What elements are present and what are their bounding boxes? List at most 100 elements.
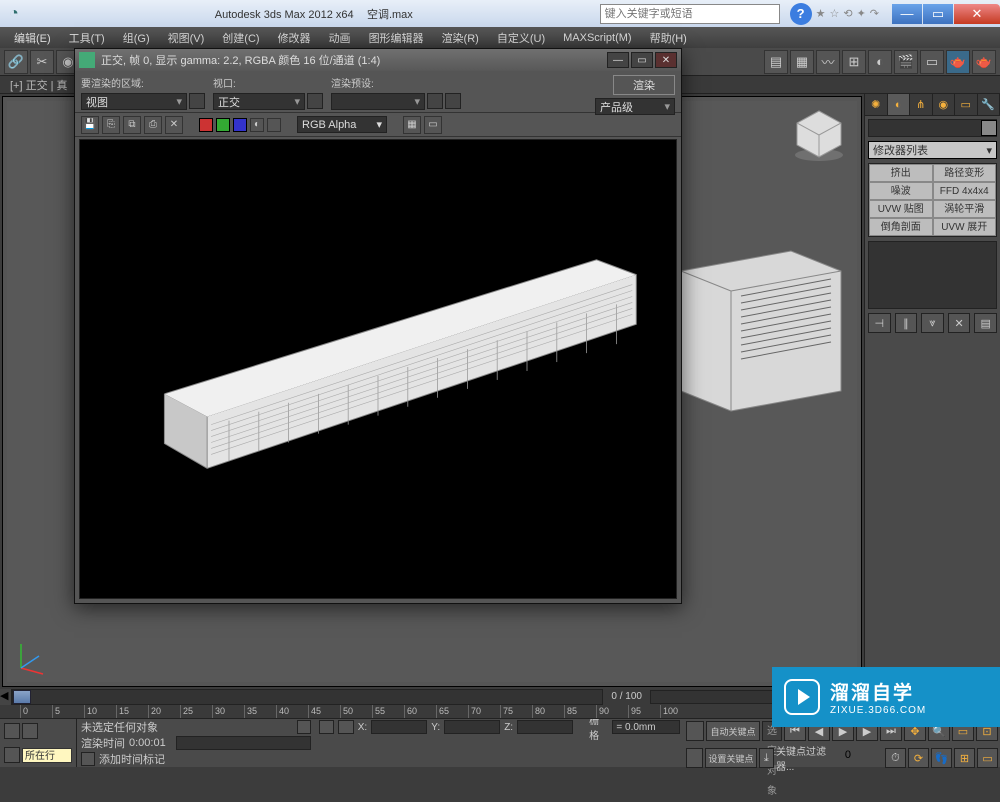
nav-maximize-icon[interactable]: ⊞ bbox=[954, 748, 975, 768]
mod-ffd-button[interactable]: FFD 4x4x4 bbox=[933, 182, 997, 200]
mod-turbosmooth-button[interactable]: 涡轮平滑 bbox=[933, 200, 997, 218]
save-image-icon[interactable]: 💾 bbox=[81, 116, 99, 134]
render-output-dropdown[interactable]: 产品级▾ bbox=[595, 98, 675, 115]
current-frame-input[interactable]: 0 bbox=[845, 749, 883, 767]
show-end-result-icon[interactable]: ∥ bbox=[895, 313, 918, 333]
add-marker-label[interactable]: 添加时间标记 bbox=[99, 751, 165, 767]
add-time-tag-icon[interactable] bbox=[81, 752, 95, 766]
viewport-lock-icon[interactable] bbox=[307, 93, 323, 109]
render-icon[interactable]: 🫖 bbox=[946, 50, 970, 74]
isolate-icon[interactable] bbox=[4, 747, 20, 763]
menu-maxscript[interactable]: MAXScript(M) bbox=[555, 32, 639, 44]
maximize-button[interactable]: ▭ bbox=[923, 4, 953, 24]
menu-edit[interactable]: 编辑(E) bbox=[6, 30, 59, 46]
nav-walk-icon[interactable]: 👣 bbox=[931, 748, 952, 768]
render-window-minimize[interactable]: — bbox=[607, 52, 629, 68]
remove-modifier-icon[interactable]: ✕ bbox=[948, 313, 971, 333]
tab-hierarchy-icon[interactable]: ⋔ bbox=[910, 94, 933, 115]
timeline-slider-left-icon[interactable]: ◀ bbox=[0, 689, 12, 705]
schematic-icon[interactable]: ⊞ bbox=[842, 50, 866, 74]
mod-extrude-button[interactable]: 挤出 bbox=[869, 164, 933, 182]
keyshape-icon[interactable] bbox=[686, 748, 703, 768]
y-input[interactable] bbox=[444, 720, 500, 734]
menu-view[interactable]: 视图(V) bbox=[160, 30, 213, 46]
mod-noise-button[interactable]: 噪波 bbox=[869, 182, 933, 200]
openlistener-icon[interactable] bbox=[22, 723, 38, 739]
autokey-button[interactable]: 自动关键点 bbox=[706, 721, 760, 741]
viewport-dropdown[interactable]: 正交▾ bbox=[213, 93, 305, 110]
viewport-label[interactable]: [+] 正交 | 真 bbox=[6, 77, 72, 93]
configure-sets-icon[interactable]: ▤ bbox=[974, 313, 997, 333]
make-unique-icon[interactable]: ⩔ bbox=[921, 313, 944, 333]
render-setup-icon[interactable]: 🎬 bbox=[894, 50, 918, 74]
material-icon[interactable]: ◐ bbox=[868, 50, 892, 74]
preset-btn1-icon[interactable] bbox=[427, 93, 443, 109]
curve-editor-icon[interactable]: 〰 bbox=[816, 50, 840, 74]
toggle-ui-icon[interactable]: ▭ bbox=[424, 116, 442, 134]
channel-red-swatch[interactable] bbox=[199, 118, 213, 132]
clear-image-icon[interactable]: ✕ bbox=[165, 116, 183, 134]
print-image-icon[interactable]: ⎙ bbox=[144, 116, 162, 134]
abs-rel-icon[interactable] bbox=[338, 720, 353, 734]
preset-dropdown[interactable]: ▾ bbox=[331, 93, 425, 110]
menu-modifiers[interactable]: 修改器 bbox=[270, 30, 319, 46]
render-canvas[interactable] bbox=[79, 139, 677, 599]
tab-motion-icon[interactable]: ◉ bbox=[933, 94, 956, 115]
menu-help[interactable]: 帮助(H) bbox=[642, 30, 695, 46]
time-config-icon[interactable]: ⏱ bbox=[885, 748, 906, 768]
toggle-overlay-icon[interactable]: ▦ bbox=[403, 116, 421, 134]
clone-image-icon[interactable]: ⧉ bbox=[123, 116, 141, 134]
menu-grapheditors[interactable]: 图形编辑器 bbox=[361, 30, 432, 46]
region-edit-icon[interactable] bbox=[189, 93, 205, 109]
menu-group[interactable]: 组(G) bbox=[115, 30, 158, 46]
mod-uvwmap-button[interactable]: UVW 贴图 bbox=[869, 200, 933, 218]
rendered-frame-icon[interactable]: ▭ bbox=[920, 50, 944, 74]
channel-green-swatch[interactable] bbox=[216, 118, 230, 132]
setkey-button[interactable]: 设置关键点 bbox=[705, 748, 756, 768]
tab-create-icon[interactable]: ✺ bbox=[865, 94, 888, 115]
modifier-stack[interactable] bbox=[868, 241, 997, 309]
menu-customize[interactable]: 自定义(U) bbox=[489, 30, 553, 46]
nav-orbit-icon[interactable]: ⟳ bbox=[908, 748, 929, 768]
render-window-close[interactable]: ✕ bbox=[655, 52, 677, 68]
link-icon[interactable]: 🔗 bbox=[4, 50, 28, 74]
tab-display-icon[interactable]: ▭ bbox=[955, 94, 978, 115]
object-name-input[interactable] bbox=[868, 119, 997, 137]
preset-btn2-icon[interactable] bbox=[445, 93, 461, 109]
mono-icon[interactable] bbox=[267, 118, 281, 132]
time-slider[interactable] bbox=[12, 689, 603, 705]
tab-modify-icon[interactable]: ◐ bbox=[888, 94, 911, 115]
nav-region-icon[interactable]: ▭ bbox=[977, 748, 998, 768]
listener-input[interactable] bbox=[176, 736, 311, 750]
x-input[interactable] bbox=[371, 720, 427, 734]
menu-tools[interactable]: 工具(T) bbox=[61, 30, 113, 46]
render-last-icon[interactable]: 🫖 bbox=[972, 50, 996, 74]
copy-image-icon[interactable]: ⎘ bbox=[102, 116, 120, 134]
layers-icon[interactable]: ▤ bbox=[764, 50, 788, 74]
time-slider-thumb[interactable] bbox=[13, 690, 31, 704]
help-button[interactable]: ? bbox=[790, 3, 812, 25]
menu-create[interactable]: 创建(C) bbox=[214, 30, 267, 46]
channel-dropdown[interactable]: RGB Alpha▾ bbox=[297, 116, 387, 133]
help-search-input[interactable] bbox=[600, 4, 780, 24]
alpha-icon[interactable]: ◐ bbox=[250, 118, 264, 132]
region-dropdown[interactable]: 视图▾ bbox=[81, 93, 187, 110]
close-button[interactable]: ✕ bbox=[954, 4, 1000, 24]
channel-blue-swatch[interactable] bbox=[233, 118, 247, 132]
render-button[interactable]: 渲染 bbox=[613, 75, 675, 95]
keyfilter-icon[interactable]: ⤓ bbox=[759, 748, 774, 768]
object-color-swatch[interactable] bbox=[981, 120, 997, 136]
mod-uvwunwrap-button[interactable]: UVW 展开 bbox=[933, 218, 997, 236]
minimize-button[interactable]: — bbox=[892, 4, 922, 24]
menu-render[interactable]: 渲染(R) bbox=[434, 30, 487, 46]
keyfilter-label[interactable]: 关键点过滤器... bbox=[776, 743, 841, 773]
pin-stack-icon[interactable]: ⊣ bbox=[868, 313, 891, 333]
lock-selection-icon[interactable] bbox=[297, 720, 311, 734]
menu-animation[interactable]: 动画 bbox=[321, 30, 359, 46]
unlink-icon[interactable]: ✂ bbox=[30, 50, 54, 74]
viewcube[interactable] bbox=[789, 105, 849, 165]
z-input[interactable] bbox=[517, 720, 573, 734]
tab-utilities-icon[interactable]: 🔧 bbox=[978, 94, 1000, 115]
lock-icon[interactable] bbox=[319, 720, 334, 734]
keymode-icon[interactable] bbox=[686, 721, 704, 741]
